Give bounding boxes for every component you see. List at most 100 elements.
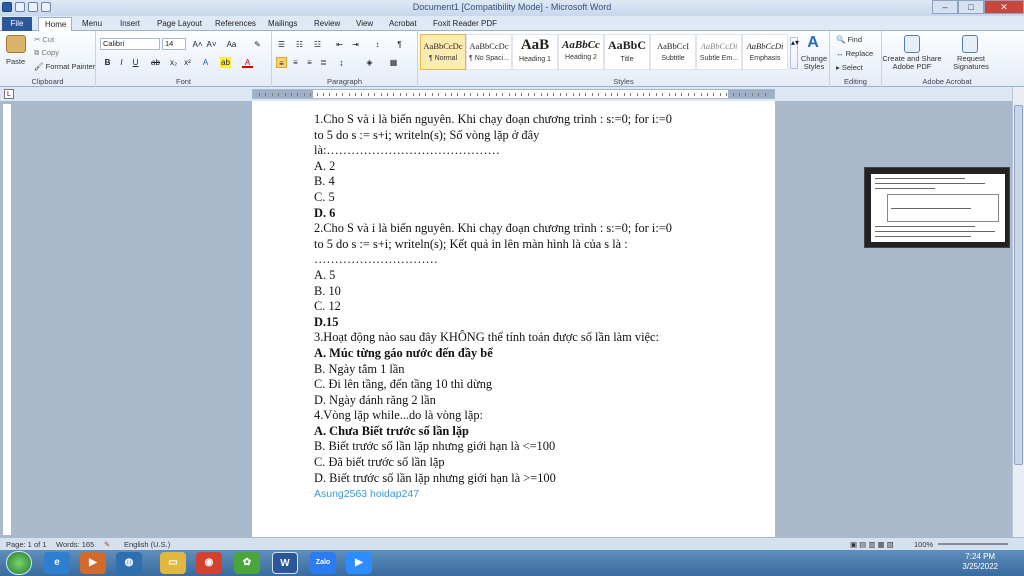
vertical-ruler[interactable]: [2, 103, 12, 536]
proofing-icon[interactable]: ✎: [104, 540, 110, 549]
change-case-icon[interactable]: Aa: [226, 39, 237, 50]
doc-line[interactable]: A. Múc từng gáo nước đến đầy bể: [314, 346, 724, 362]
maximize-button[interactable]: □: [958, 0, 984, 14]
language[interactable]: English (U.S.): [124, 540, 170, 549]
style-title[interactable]: AaBbC Title: [604, 34, 650, 70]
align-left-icon[interactable]: ≡: [276, 57, 287, 68]
folder-icon[interactable]: ▭: [160, 552, 186, 574]
underline-icon[interactable]: U: [130, 57, 141, 68]
change-styles-icon[interactable]: A: [804, 34, 822, 52]
floating-thumbnail-window[interactable]: [864, 167, 1010, 248]
style-heading-1[interactable]: AaB Heading 1: [512, 34, 558, 70]
doc-line[interactable]: 3.Hoạt động nào sau đây KHÔNG thể tính t…: [314, 330, 724, 346]
tab-menu[interactable]: Menu: [76, 17, 108, 31]
tab-acrobat[interactable]: Acrobat: [383, 17, 423, 31]
numbering-icon[interactable]: ☷: [294, 39, 305, 50]
style-emphasis[interactable]: AaBbCcDi Emphasis: [742, 34, 788, 70]
doc-line[interactable]: to 5 do s := s+i; writeln(s); Số vòng lặ…: [314, 128, 724, 144]
doc-line[interactable]: A. Chưa Biết trước số lần lặp: [314, 424, 724, 440]
media-player-icon[interactable]: ▶: [80, 552, 106, 574]
doc-line[interactable]: B. 10: [314, 284, 724, 300]
grow-font-icon[interactable]: A˄: [192, 39, 203, 50]
signature-text[interactable]: Asung2563 hoidap247: [314, 487, 724, 503]
tab-view[interactable]: View: [350, 17, 379, 31]
request-signatures-icon[interactable]: [962, 35, 978, 53]
doc-line[interactable]: B. Biết trước số lần lặp nhưng giới hạn …: [314, 439, 724, 455]
font-name-select[interactable]: Calibri: [100, 38, 160, 50]
chrome-icon[interactable]: ◉: [196, 552, 222, 574]
cut-button[interactable]: ✂ Cut: [34, 35, 54, 44]
increase-indent-icon[interactable]: ⇥: [350, 39, 361, 50]
bullets-icon[interactable]: ☰: [276, 39, 287, 50]
borders-icon[interactable]: ▦: [388, 57, 399, 68]
view-buttons[interactable]: ▣ ▤ ▥ ▦ ▧: [850, 540, 894, 549]
align-right-icon[interactable]: ≡: [304, 57, 315, 68]
copy-button[interactable]: ⧉ Copy: [34, 48, 59, 58]
doc-line[interactable]: C. Đi lên tầng, đến tầng 10 thì dừng: [314, 377, 724, 393]
justify-icon[interactable]: ≣: [318, 57, 329, 68]
zoom-icon[interactable]: ▶: [346, 552, 372, 574]
doc-line[interactable]: 1.Cho S và i là biến nguyên. Khi chạy đo…: [314, 112, 724, 128]
find-button[interactable]: 🔍 Find: [836, 35, 862, 44]
style-subtle-emphasis[interactable]: AaBbCcDi Subtle Em...: [696, 34, 742, 70]
doc-line[interactable]: 2.Cho S và i là biến nguyên. Khi chạy đo…: [314, 221, 724, 237]
app2-icon[interactable]: ✿: [234, 552, 260, 574]
doc-line[interactable]: C. 5: [314, 190, 724, 206]
doc-line[interactable]: B. 4: [314, 174, 724, 190]
vertical-scrollbar[interactable]: [1012, 87, 1024, 537]
start-button[interactable]: [6, 551, 32, 575]
create-pdf-button[interactable]: Create and Share Adobe PDF: [882, 55, 942, 71]
tab-review[interactable]: Review: [308, 17, 346, 31]
doc-line[interactable]: 4.Vòng lặp while...do là vòng lặp:: [314, 408, 724, 424]
tab-references[interactable]: References: [209, 17, 262, 31]
shrink-font-icon[interactable]: A˅: [206, 39, 217, 50]
tab-foxit[interactable]: Foxit Reader PDF: [427, 17, 503, 31]
doc-line[interactable]: D.15: [314, 315, 724, 331]
doc-line[interactable]: A. 2: [314, 159, 724, 175]
font-color-icon[interactable]: A: [242, 57, 253, 68]
replace-button[interactable]: ↔ Replace: [836, 49, 873, 58]
paste-icon[interactable]: [6, 35, 26, 53]
minimize-button[interactable]: –: [932, 0, 958, 14]
tab-mailings[interactable]: Mailings: [262, 17, 303, 31]
tab-insert[interactable]: Insert: [114, 17, 146, 31]
style-normal[interactable]: AaBbCcDc ¶ Normal: [420, 34, 466, 70]
bold-icon[interactable]: B: [102, 57, 113, 68]
doc-line[interactable]: D. Ngày đánh răng 2 lần: [314, 393, 724, 409]
app-icon[interactable]: ◍: [116, 552, 142, 574]
request-signatures-button[interactable]: Request Signatures: [942, 55, 1000, 71]
align-center-icon[interactable]: ≡: [290, 57, 301, 68]
scrollbar-thumb[interactable]: [1014, 105, 1023, 465]
paste-button[interactable]: Paste: [6, 57, 25, 66]
doc-line[interactable]: to 5 do s := s+i; writeln(s); Kết quả in…: [314, 237, 724, 253]
style-subtitle[interactable]: AaBbCcI Subtitle: [650, 34, 696, 70]
doc-line[interactable]: …………………………: [314, 252, 724, 268]
doc-line[interactable]: C. Đã biết trước số lần lặp: [314, 455, 724, 471]
tab-file[interactable]: File: [2, 17, 32, 31]
ie-icon[interactable]: e: [44, 552, 70, 574]
clear-format-icon[interactable]: ✎: [252, 39, 263, 50]
horizontal-ruler[interactable]: [252, 89, 775, 99]
word-count[interactable]: Words: 165: [56, 540, 94, 549]
font-size-select[interactable]: 14: [162, 38, 186, 50]
zoom-slider[interactable]: [938, 543, 1008, 545]
line-spacing-icon[interactable]: ↨: [336, 57, 347, 68]
doc-line[interactable]: A. 5: [314, 268, 724, 284]
zoom-level[interactable]: 100%: [914, 540, 933, 549]
word-taskbar-icon[interactable]: W: [272, 552, 298, 574]
style-no-spacing[interactable]: AaBbCcDc ¶ No Spaci...: [466, 34, 512, 70]
zalo-icon[interactable]: Zalo: [310, 552, 336, 574]
doc-line[interactable]: D. Biết trước số lần lặp nhưng giới hạn …: [314, 471, 724, 487]
sort-icon[interactable]: ↕: [372, 39, 383, 50]
clock[interactable]: 7:24 PM 3/25/2022: [962, 552, 998, 572]
change-styles-button[interactable]: Change Styles: [799, 55, 829, 71]
doc-line[interactable]: C. 12: [314, 299, 724, 315]
doc-line[interactable]: D. 6: [314, 206, 724, 222]
tab-page-layout[interactable]: Page Layout: [151, 17, 208, 31]
tab-home[interactable]: Home: [38, 17, 72, 31]
style-heading-2[interactable]: AaBbCc Heading 2: [558, 34, 604, 70]
subscript-icon[interactable]: x₂: [168, 57, 179, 68]
strikethrough-icon[interactable]: ab: [150, 57, 161, 68]
multilevel-list-icon[interactable]: ☳: [312, 39, 323, 50]
italic-icon[interactable]: I: [116, 57, 127, 68]
